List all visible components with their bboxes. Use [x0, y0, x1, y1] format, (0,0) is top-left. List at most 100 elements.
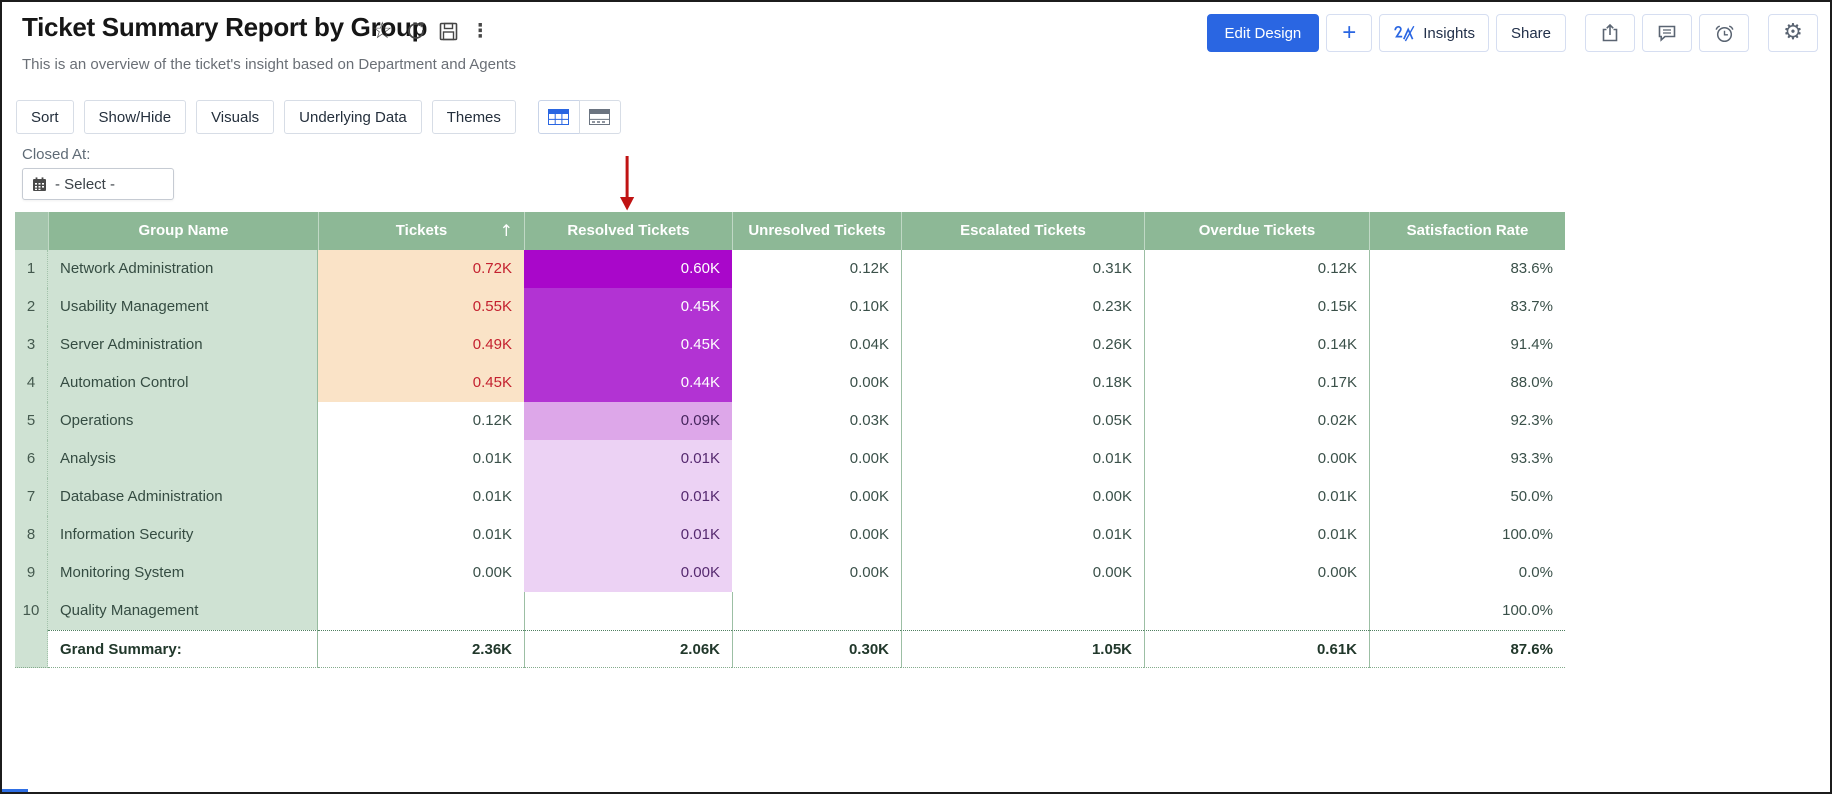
- escalated-tickets-cell[interactable]: 0.23K: [901, 288, 1144, 326]
- satisfaction-rate-cell[interactable]: 83.6%: [1369, 250, 1565, 288]
- overdue-tickets-cell[interactable]: 0.02K: [1144, 402, 1369, 440]
- overdue-tickets-cell[interactable]: 0.17K: [1144, 364, 1369, 402]
- overdue-tickets-cell[interactable]: 0.01K: [1144, 478, 1369, 516]
- satisfaction-rate-cell[interactable]: 91.4%: [1369, 326, 1565, 364]
- tickets-cell[interactable]: 0.72K: [318, 250, 524, 288]
- resolved-tickets-cell[interactable]: [524, 592, 732, 630]
- escalated-tickets-cell[interactable]: 0.26K: [901, 326, 1144, 364]
- toolbar-button-themes[interactable]: Themes: [432, 100, 516, 134]
- toolbar-button-show-hide[interactable]: Show/Hide: [84, 100, 187, 134]
- overdue-tickets-cell[interactable]: 0.15K: [1144, 288, 1369, 326]
- group-name-cell[interactable]: Network Administration: [48, 250, 318, 288]
- tickets-cell[interactable]: 0.12K: [318, 402, 524, 440]
- tickets-cell[interactable]: 0.55K: [318, 288, 524, 326]
- escalated-tickets-cell[interactable]: 0.00K: [901, 478, 1144, 516]
- escalated-tickets-cell[interactable]: 0.01K: [901, 440, 1144, 478]
- edit-design-button[interactable]: Edit Design: [1207, 14, 1320, 52]
- group-name-cell[interactable]: Operations: [48, 402, 318, 440]
- toolbar-button-sort[interactable]: Sort: [16, 100, 74, 134]
- column-header-tickets[interactable]: Tickets↑: [318, 212, 524, 250]
- resolved-tickets-cell[interactable]: 0.45K: [524, 288, 732, 326]
- schedule-alert-button[interactable]: [1699, 14, 1749, 52]
- satisfaction-rate-cell[interactable]: 50.0%: [1369, 478, 1565, 516]
- overdue-tickets-cell[interactable]: [1144, 592, 1369, 630]
- comments-button[interactable]: [1642, 14, 1692, 52]
- overdue-tickets-cell[interactable]: 0.12K: [1144, 250, 1369, 288]
- unresolved-tickets-cell[interactable]: 0.10K: [732, 288, 901, 326]
- unresolved-tickets-cell[interactable]: 0.00K: [732, 364, 901, 402]
- unresolved-tickets-cell[interactable]: 0.12K: [732, 250, 901, 288]
- unresolved-tickets-cell[interactable]: 0.00K: [732, 554, 901, 592]
- group-name-cell[interactable]: Quality Management: [48, 592, 318, 630]
- tickets-cell[interactable]: [318, 592, 524, 630]
- escalated-tickets-cell[interactable]: 0.01K: [901, 516, 1144, 554]
- resolved-tickets-cell[interactable]: 0.60K: [524, 250, 732, 288]
- group-name-cell[interactable]: Monitoring System: [48, 554, 318, 592]
- tickets-cell[interactable]: 0.00K: [318, 554, 524, 592]
- table-view-button[interactable]: [538, 100, 580, 134]
- satisfaction-rate-cell[interactable]: 0.0%: [1369, 554, 1565, 592]
- alarm-clock-icon: [1714, 23, 1735, 44]
- overdue-tickets-cell[interactable]: 0.00K: [1144, 554, 1369, 592]
- escalated-tickets-cell[interactable]: [901, 592, 1144, 630]
- satisfaction-rate-cell[interactable]: 88.0%: [1369, 364, 1565, 402]
- overdue-tickets-cell[interactable]: 0.01K: [1144, 516, 1369, 554]
- closed-at-date-select[interactable]: - Select -: [22, 168, 174, 200]
- add-button[interactable]: +: [1326, 14, 1372, 52]
- resolved-tickets-cell[interactable]: 0.09K: [524, 402, 732, 440]
- group-name-cell[interactable]: Information Security: [48, 516, 318, 554]
- insights-button[interactable]: Insights: [1379, 14, 1489, 52]
- column-header-escalated-tickets[interactable]: Escalated Tickets: [901, 212, 1144, 250]
- favorite-star-icon[interactable]: ☆: [372, 20, 393, 43]
- unresolved-tickets-cell[interactable]: 0.03K: [732, 402, 901, 440]
- refresh-icon[interactable]: [406, 21, 426, 41]
- overdue-tickets-cell[interactable]: 0.00K: [1144, 440, 1369, 478]
- resolved-tickets-cell[interactable]: 0.01K: [524, 516, 732, 554]
- tickets-cell[interactable]: 0.45K: [318, 364, 524, 402]
- satisfaction-rate-cell[interactable]: 92.3%: [1369, 402, 1565, 440]
- group-name-cell[interactable]: Usability Management: [48, 288, 318, 326]
- group-name-cell[interactable]: Automation Control: [48, 364, 318, 402]
- unresolved-tickets-cell[interactable]: 0.00K: [732, 516, 901, 554]
- column-header-resolved-tickets[interactable]: Resolved Tickets: [524, 212, 732, 250]
- gear-icon: ⚙: [1783, 22, 1803, 44]
- escalated-tickets-cell[interactable]: 0.05K: [901, 402, 1144, 440]
- column-header-overdue-tickets[interactable]: Overdue Tickets: [1144, 212, 1369, 250]
- escalated-tickets-cell[interactable]: 0.31K: [901, 250, 1144, 288]
- resolved-tickets-cell[interactable]: 0.45K: [524, 326, 732, 364]
- satisfaction-rate-cell[interactable]: 100.0%: [1369, 592, 1565, 630]
- unresolved-tickets-cell[interactable]: 0.00K: [732, 440, 901, 478]
- column-header-satisfaction-rate[interactable]: Satisfaction Rate: [1369, 212, 1565, 250]
- column-header-group-name[interactable]: Group Name: [48, 212, 318, 250]
- overdue-tickets-cell[interactable]: 0.14K: [1144, 326, 1369, 364]
- satisfaction-rate-cell[interactable]: 83.7%: [1369, 288, 1565, 326]
- settings-button[interactable]: ⚙: [1768, 14, 1818, 52]
- comment-icon: [1657, 24, 1677, 43]
- share-button[interactable]: Share: [1496, 14, 1566, 52]
- tickets-cell[interactable]: 0.01K: [318, 440, 524, 478]
- resolved-tickets-cell[interactable]: 0.01K: [524, 478, 732, 516]
- toolbar-button-visuals[interactable]: Visuals: [196, 100, 274, 134]
- unresolved-tickets-cell[interactable]: 0.04K: [732, 326, 901, 364]
- escalated-tickets-cell[interactable]: 0.00K: [901, 554, 1144, 592]
- resolved-tickets-cell[interactable]: 0.00K: [524, 554, 732, 592]
- tickets-cell[interactable]: 0.01K: [318, 478, 524, 516]
- save-icon[interactable]: [439, 22, 458, 41]
- group-name-cell[interactable]: Server Administration: [48, 326, 318, 364]
- unresolved-tickets-cell[interactable]: 0.00K: [732, 478, 901, 516]
- summary-view-button[interactable]: [579, 100, 621, 134]
- escalated-tickets-cell[interactable]: 0.18K: [901, 364, 1144, 402]
- satisfaction-rate-cell[interactable]: 93.3%: [1369, 440, 1565, 478]
- tickets-cell[interactable]: 0.01K: [318, 516, 524, 554]
- column-header-unresolved-tickets[interactable]: Unresolved Tickets: [732, 212, 901, 250]
- satisfaction-rate-cell[interactable]: 100.0%: [1369, 516, 1565, 554]
- toolbar-button-underlying-data[interactable]: Underlying Data: [284, 100, 422, 134]
- resolved-tickets-cell[interactable]: 0.44K: [524, 364, 732, 402]
- resolved-tickets-cell[interactable]: 0.01K: [524, 440, 732, 478]
- unresolved-tickets-cell[interactable]: [732, 592, 901, 630]
- more-options-icon[interactable]: ⋮: [471, 20, 490, 42]
- group-name-cell[interactable]: Analysis: [48, 440, 318, 478]
- tickets-cell[interactable]: 0.49K: [318, 326, 524, 364]
- group-name-cell[interactable]: Database Administration: [48, 478, 318, 516]
- export-button[interactable]: [1585, 14, 1635, 52]
